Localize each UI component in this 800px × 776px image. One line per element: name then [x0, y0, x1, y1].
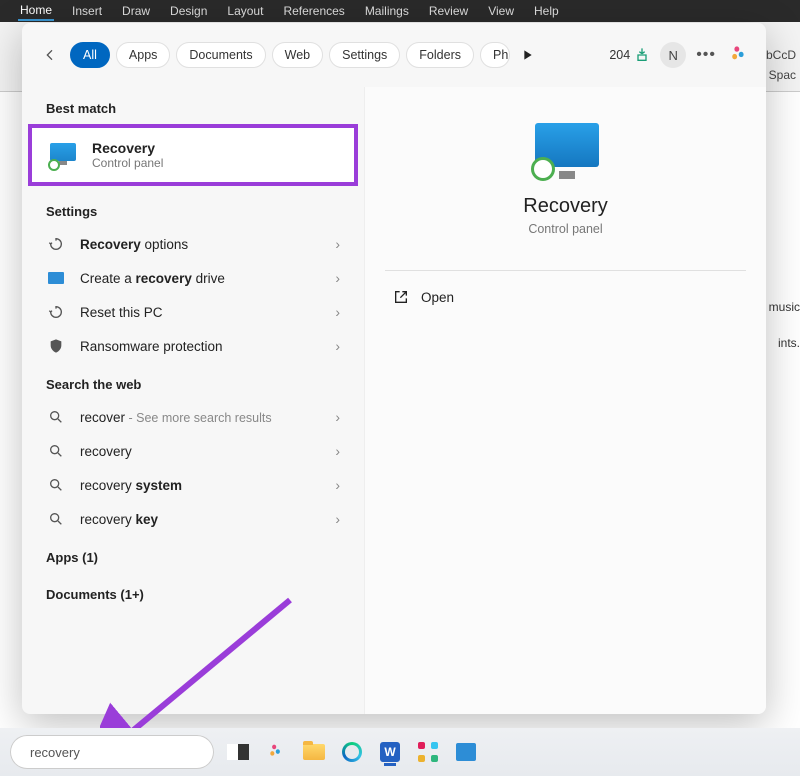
- row-text: recovery: [80, 444, 321, 459]
- monitor-icon: [46, 272, 66, 284]
- row-text: Create a recovery drive: [80, 271, 321, 286]
- recovery-cp-icon: [50, 143, 78, 167]
- section-search-web: Search the web: [22, 363, 364, 400]
- filter-pills: All Apps Documents Web Settings Folders …: [70, 42, 510, 68]
- settings-reset-this-pc[interactable]: Reset this PC ›: [22, 295, 364, 329]
- settings-recovery-options[interactable]: Recovery options ›: [22, 227, 364, 261]
- taskbar-slack[interactable]: [414, 738, 442, 766]
- row-text: Recovery options: [80, 237, 321, 252]
- filter-all[interactable]: All: [70, 42, 110, 68]
- search-icon: [46, 477, 66, 493]
- ribbon-tab-insert[interactable]: Insert: [70, 2, 104, 20]
- row-text: recovery key: [80, 512, 321, 527]
- section-best-match: Best match: [22, 87, 364, 124]
- open-icon: [393, 289, 409, 305]
- search-icon: [46, 511, 66, 527]
- filter-folders[interactable]: Folders: [406, 42, 474, 68]
- filter-web[interactable]: Web: [272, 42, 323, 68]
- section-apps[interactable]: Apps (1): [22, 536, 364, 573]
- ribbon-tab-view[interactable]: View: [486, 2, 516, 20]
- filter-apps[interactable]: Apps: [116, 42, 171, 68]
- search-flyout: All Apps Documents Web Settings Folders …: [22, 23, 766, 714]
- taskbar-app[interactable]: [452, 738, 480, 766]
- ribbon-tab-draw[interactable]: Draw: [120, 2, 152, 20]
- web-recovery-system[interactable]: recovery system ›: [22, 468, 364, 502]
- filter-settings[interactable]: Settings: [329, 42, 400, 68]
- preview-title: Recovery: [365, 195, 766, 218]
- settings-create-recovery-drive[interactable]: Create a recovery drive ›: [22, 261, 364, 295]
- ribbon-tab-help[interactable]: Help: [532, 2, 561, 20]
- user-avatar[interactable]: N: [660, 42, 686, 68]
- copilot-icon: [265, 741, 287, 763]
- settings-ransomware-protection[interactable]: Ransomware protection ›: [22, 329, 364, 363]
- flyout-header: All Apps Documents Web Settings Folders …: [22, 23, 766, 87]
- clock-arrow-icon: [46, 236, 66, 252]
- taskbar-file-explorer[interactable]: [300, 738, 328, 766]
- section-settings: Settings: [22, 190, 364, 227]
- search-icon: [46, 409, 66, 425]
- filter-documents[interactable]: Documents: [176, 42, 265, 68]
- chevron-right-icon: ›: [335, 304, 340, 320]
- rewards-points[interactable]: 204: [609, 47, 650, 63]
- filter-photos[interactable]: Ph: [480, 42, 510, 68]
- open-label: Open: [421, 290, 454, 305]
- taskbar-search-input[interactable]: [30, 745, 206, 760]
- arrow-left-icon: [42, 47, 58, 63]
- preview-open[interactable]: Open: [365, 271, 766, 323]
- chevron-right-icon: ›: [335, 409, 340, 425]
- section-documents[interactable]: Documents (1+): [22, 573, 364, 610]
- more-button[interactable]: •••: [696, 46, 716, 64]
- chevron-right-icon: ›: [335, 511, 340, 527]
- best-match-recovery[interactable]: Recovery Control panel: [28, 124, 358, 186]
- taskbar-search[interactable]: [10, 735, 214, 769]
- doc-snippet-2: ints.: [778, 336, 800, 350]
- ribbon-tab-home[interactable]: Home: [18, 1, 54, 21]
- search-icon: [46, 443, 66, 459]
- taskbar-word[interactable]: W: [376, 738, 404, 766]
- row-text: Ransomware protection: [80, 339, 321, 354]
- back-button[interactable]: [36, 41, 64, 69]
- play-icon: [519, 47, 535, 63]
- ribbon-tab-design[interactable]: Design: [168, 2, 209, 20]
- chevron-right-icon: ›: [335, 270, 340, 286]
- taskbar-copilot[interactable]: [262, 738, 290, 766]
- chevron-right-icon: ›: [335, 338, 340, 354]
- taskbar-edge[interactable]: [338, 738, 366, 766]
- shield-icon: [46, 338, 66, 354]
- web-recovery[interactable]: recovery ›: [22, 434, 364, 468]
- copilot-icon[interactable]: [726, 42, 752, 68]
- ribbon-tab-references[interactable]: References: [281, 2, 346, 20]
- chevron-right-icon: ›: [335, 236, 340, 252]
- clock-arrow-icon: [46, 304, 66, 320]
- row-text: recovery system: [80, 478, 321, 493]
- best-match-sub: Control panel: [92, 156, 163, 170]
- taskbar-task-view[interactable]: [224, 738, 252, 766]
- chevron-right-icon: ›: [335, 443, 340, 459]
- web-recovery-key[interactable]: recovery key ›: [22, 502, 364, 536]
- ribbon-tab-layout[interactable]: Layout: [225, 2, 265, 20]
- chevron-right-icon: ›: [335, 477, 340, 493]
- scroll-filters-button[interactable]: [518, 47, 536, 63]
- best-match-title: Recovery: [92, 140, 163, 156]
- ribbon-tab-review[interactable]: Review: [427, 2, 470, 20]
- web-recover[interactable]: recover - See more search results ›: [22, 400, 364, 434]
- preview-icon: [531, 123, 601, 179]
- rewards-icon: [634, 47, 650, 63]
- preview-column: Recovery Control panel Open: [364, 87, 766, 714]
- row-text: recover - See more search results: [80, 410, 321, 425]
- rewards-count: 204: [609, 48, 630, 62]
- taskbar: W: [0, 728, 800, 776]
- preview-sub: Control panel: [365, 222, 766, 236]
- row-text: Reset this PC: [80, 305, 321, 320]
- ribbon-tab-mailings[interactable]: Mailings: [363, 2, 411, 20]
- results-column: Best match Recovery Control panel Settin…: [22, 87, 364, 714]
- word-ribbon: Home Insert Draw Design Layout Reference…: [0, 0, 800, 22]
